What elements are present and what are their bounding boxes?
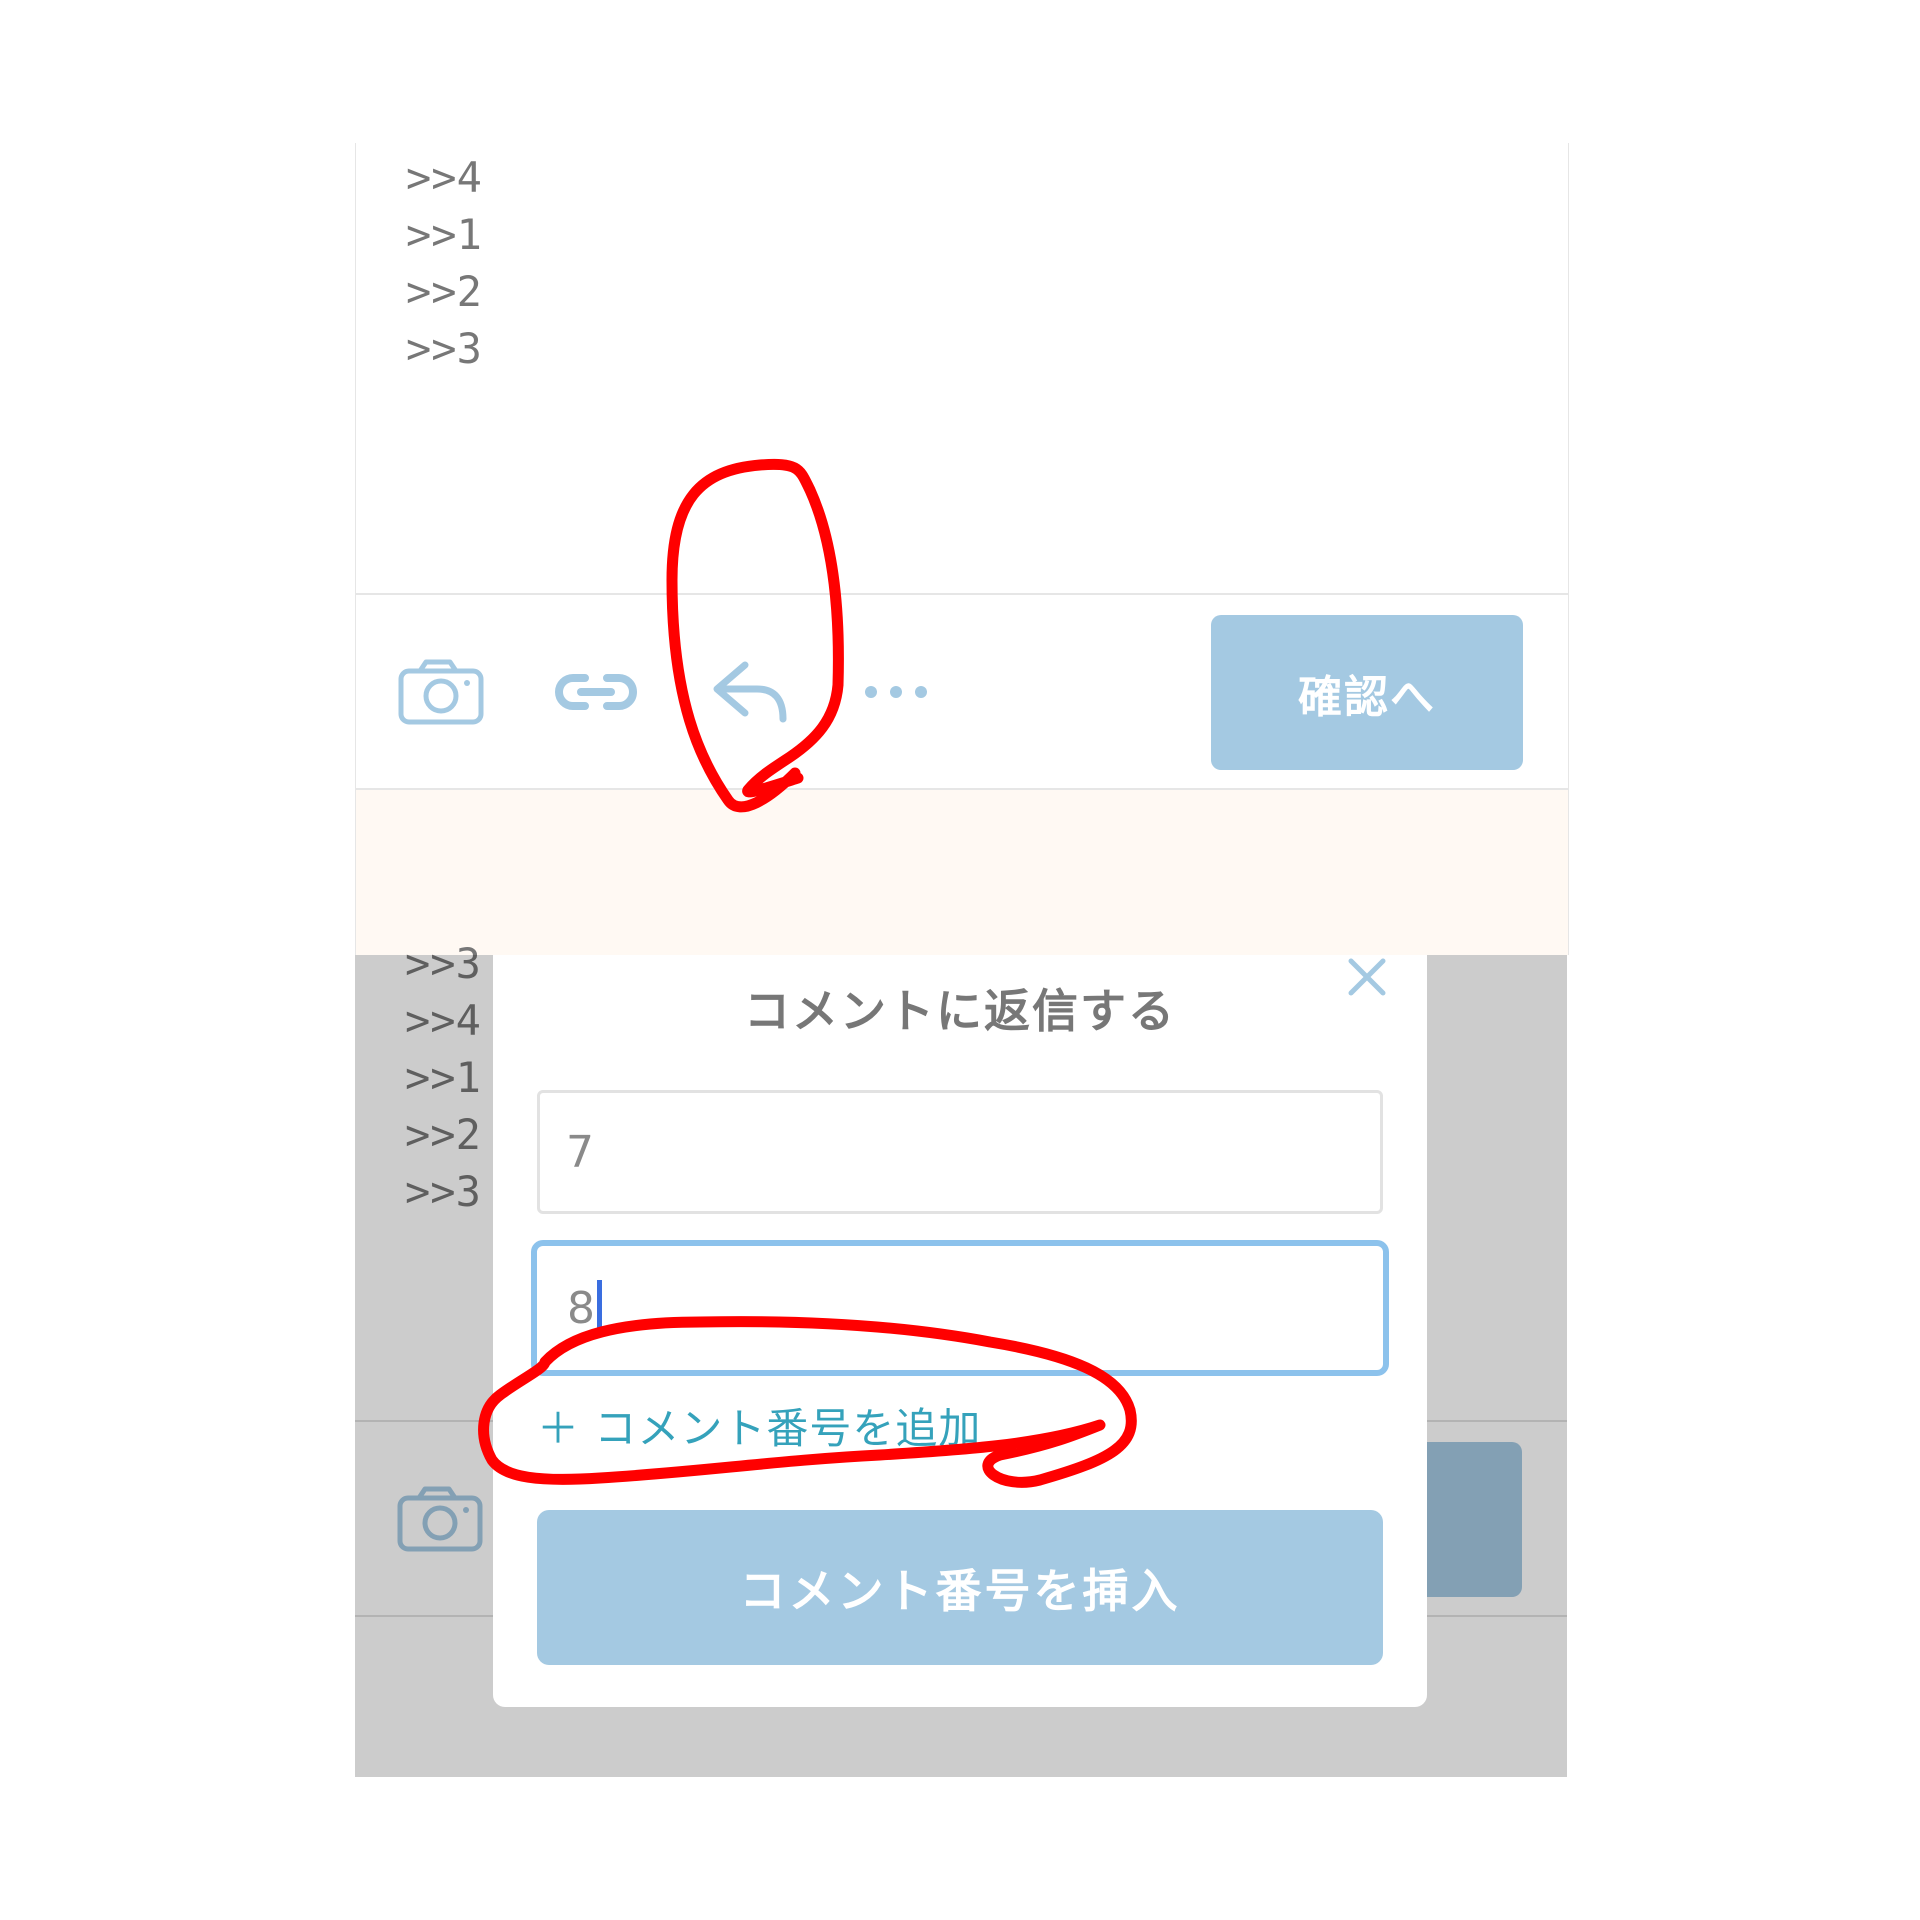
- reply-ref-line: >>1: [406, 210, 482, 259]
- more-button[interactable]: [861, 595, 931, 788]
- editor-panel: >>4 >>1 >>2 >>3 確認へ: [355, 143, 1569, 955]
- link-button[interactable]: [551, 595, 641, 788]
- comment-number-field[interactable]: 7: [537, 1090, 1383, 1214]
- reply-ref-line: >>2: [406, 267, 482, 316]
- modal-title: コメントに返信する: [744, 984, 1176, 1038]
- reply-icon: [713, 661, 787, 722]
- insert-comment-number-button[interactable]: コメント番号を挿入: [537, 1510, 1383, 1665]
- reply-modal: コメントに返信する 7 8 ＋ コメント番号を追加 コメント番号を挿入: [493, 955, 1427, 1707]
- comment-number-value: 8: [567, 1282, 595, 1334]
- camera-icon: [398, 659, 484, 724]
- comment-textarea[interactable]: >>4 >>1 >>2 >>3: [356, 143, 1568, 593]
- more-icon: [865, 685, 927, 698]
- camera-button[interactable]: [396, 595, 486, 788]
- reply-refs: >>4 >>1 >>2 >>3: [406, 149, 482, 377]
- add-comment-number-link[interactable]: ＋ コメント番号を追加: [537, 1395, 981, 1456]
- notice-area: [356, 790, 1568, 955]
- reply-ref-line: >>3: [406, 324, 482, 373]
- confirm-button[interactable]: 確認へ: [1211, 615, 1523, 770]
- comment-number-value: 7: [566, 1126, 594, 1178]
- comment-number-field-focused[interactable]: 8: [531, 1240, 1389, 1376]
- reply-ref-line: >>4: [406, 153, 482, 202]
- reply-button[interactable]: [706, 595, 796, 788]
- text-caret: [597, 1280, 602, 1336]
- link-icon: [555, 673, 637, 710]
- close-icon[interactable]: [1345, 955, 1389, 999]
- editor-toolbar: 確認へ: [356, 593, 1568, 790]
